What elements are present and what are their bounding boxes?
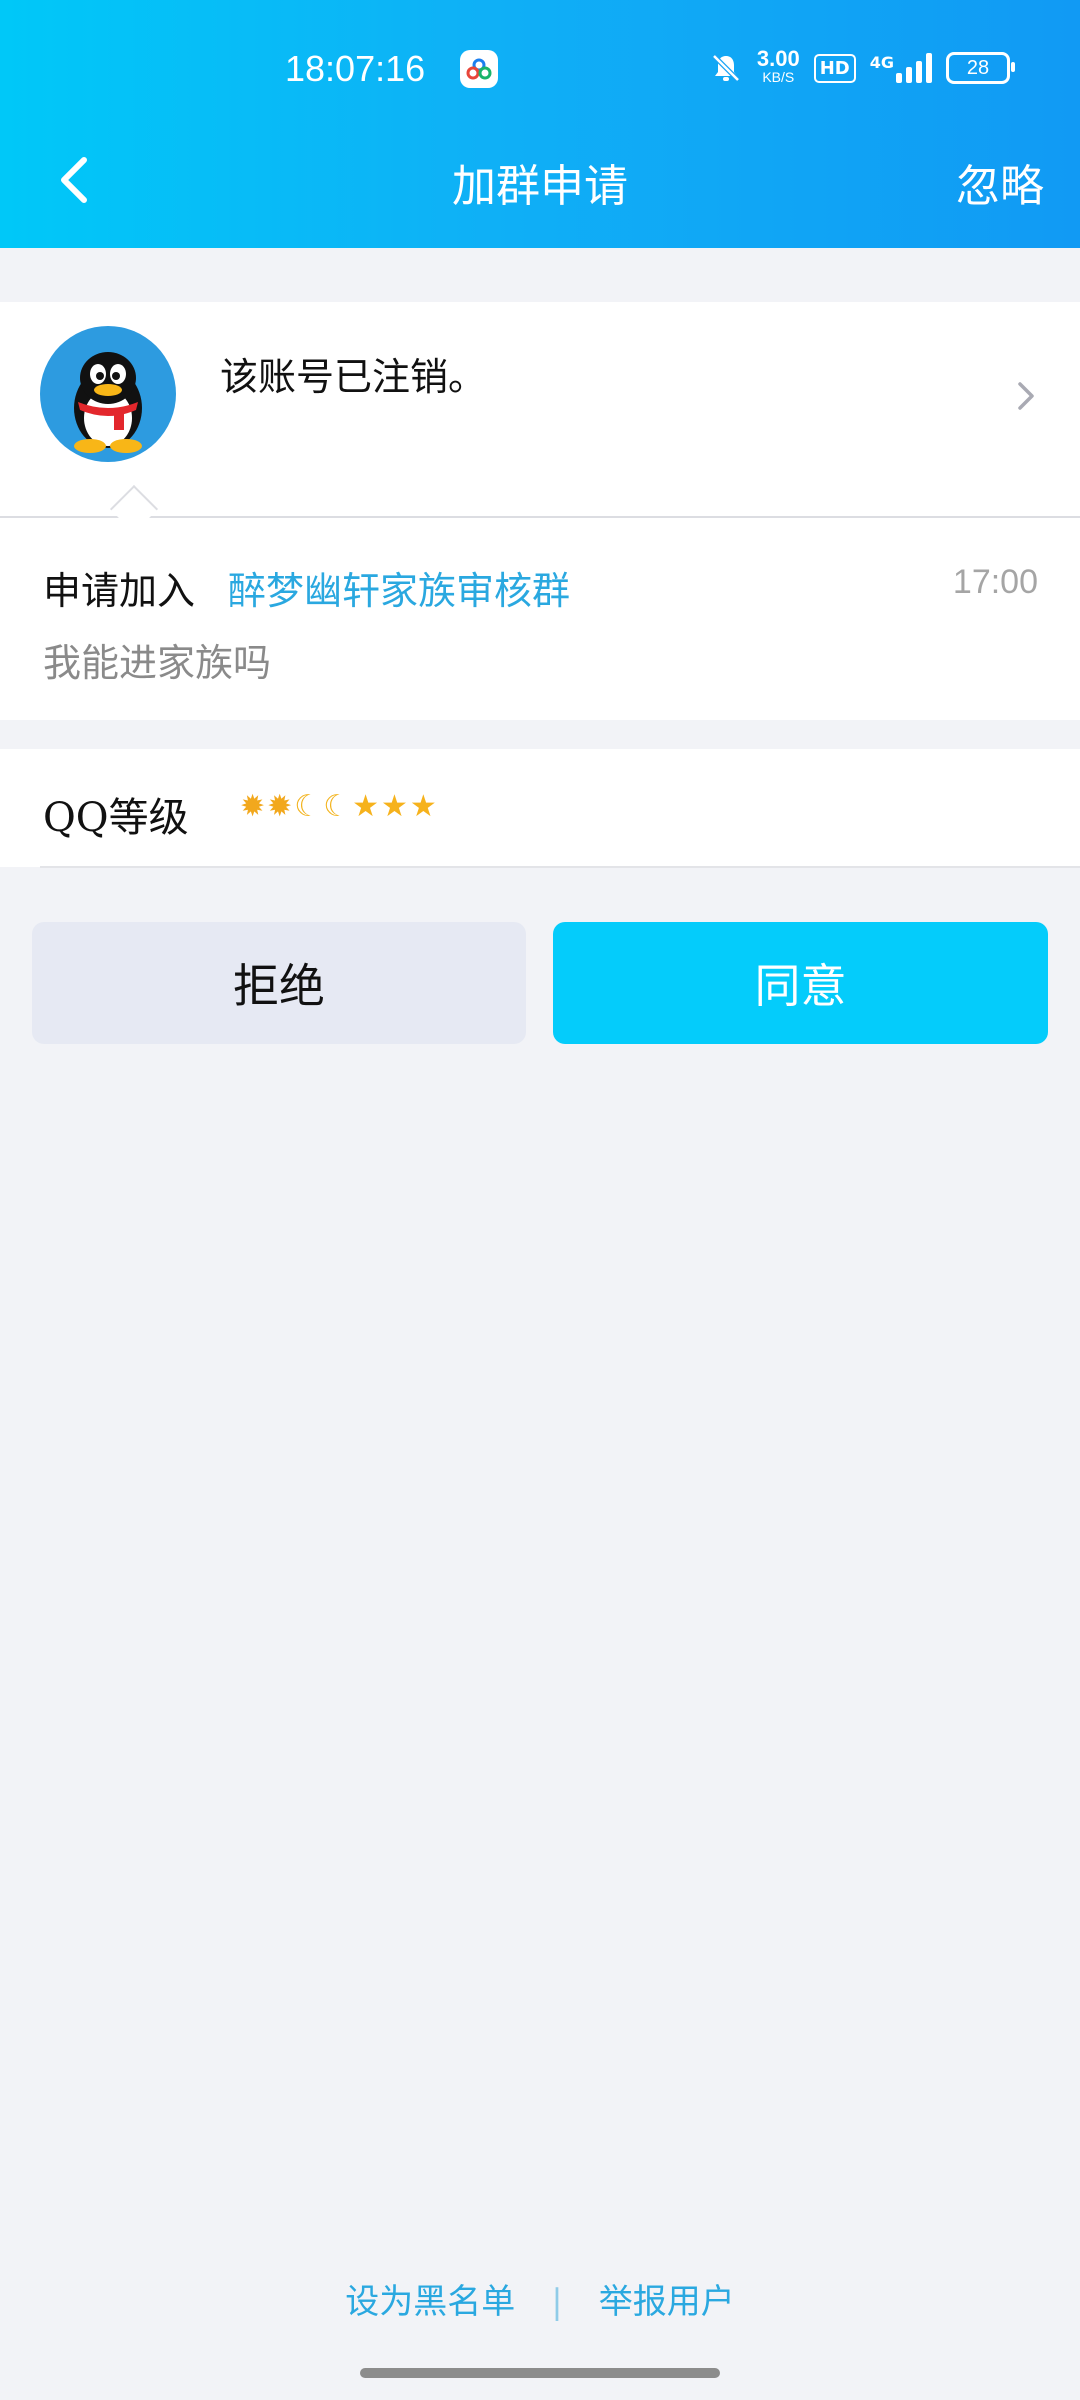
status-time: 18:07:16 bbox=[285, 48, 426, 89]
apply-label: 申请加入 bbox=[43, 569, 196, 613]
application-card bbox=[0, 518, 1080, 720]
app-notification-icon bbox=[460, 50, 498, 88]
hd-badge: HD bbox=[813, 53, 856, 83]
sun-icon: ✹ bbox=[267, 789, 293, 824]
qq-penguin-icon bbox=[74, 352, 142, 453]
qq-level-icons: ✹ ✹ ☾ ☾ ★ ★ ★ bbox=[240, 789, 437, 824]
ignore-button[interactable]: 忽略 bbox=[956, 150, 1044, 214]
footer-separator: | bbox=[551, 2282, 563, 2322]
reject-button[interactable]: 拒绝 bbox=[32, 922, 526, 1044]
sun-icon: ✹ bbox=[240, 789, 266, 824]
star-icon: ★ bbox=[381, 789, 408, 824]
qq-level-label: QQ等级 bbox=[43, 795, 189, 841]
mute-bell-icon bbox=[712, 54, 740, 82]
accept-button[interactable]: 同意 bbox=[553, 922, 1048, 1044]
avatar[interactable] bbox=[40, 326, 176, 462]
moon-icon: ☾ bbox=[294, 789, 322, 824]
header-bar: 18:07:16 3.00 KB/S HD 4G 28 加群申请 忽略 bbox=[0, 0, 1080, 248]
apply-time: 17:00 bbox=[952, 563, 1038, 601]
signal-icon: 4G bbox=[870, 53, 932, 83]
star-icon: ★ bbox=[409, 789, 437, 824]
footer-links: 设为黑名单 | 举报用户 bbox=[0, 2274, 1080, 2323]
star-icon: ★ bbox=[352, 789, 379, 824]
battery-icon: 28 bbox=[946, 52, 1015, 84]
applicant-name: 该账号已注销。 bbox=[220, 355, 487, 399]
blacklist-link[interactable]: 设为黑名单 bbox=[345, 2282, 515, 2322]
page-title: 加群申请 bbox=[452, 161, 628, 212]
net-speed: 3.00 KB/S bbox=[756, 46, 800, 86]
home-indicator[interactable] bbox=[360, 2368, 720, 2378]
report-user-link[interactable]: 举报用户 bbox=[599, 2282, 735, 2322]
divider bbox=[40, 866, 1080, 868]
moon-icon: ☾ bbox=[323, 789, 351, 824]
chevron-right-icon[interactable] bbox=[1014, 378, 1038, 414]
apply-message: 我能进家族吗 bbox=[43, 641, 272, 685]
group-name-link[interactable]: 醉梦幽轩家族审核群 bbox=[228, 560, 570, 615]
status-icons: 3.00 KB/S HD 4G 28 bbox=[709, 46, 1015, 86]
